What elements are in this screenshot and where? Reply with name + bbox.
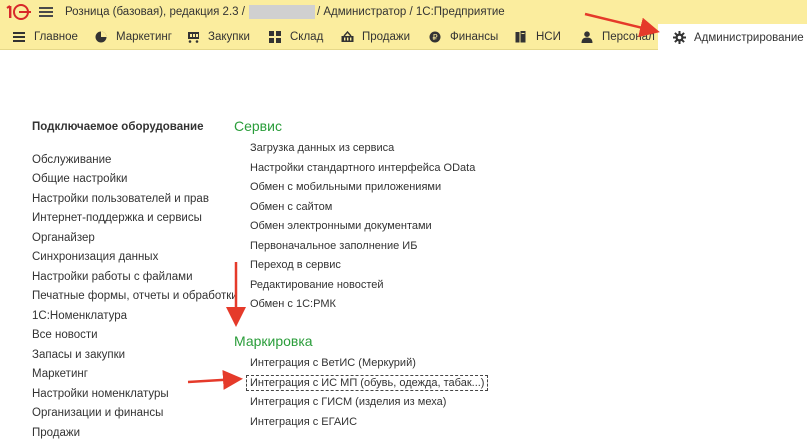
left-item-sales[interactable]: Продажи [32, 427, 80, 439]
section-label: Персонал [602, 31, 655, 43]
section-finansy[interactable]: ₽ Финансы [428, 24, 498, 50]
section-label: Маркетинг [116, 31, 172, 43]
section-label: Склад [290, 31, 324, 43]
service-item-go-service[interactable]: Переход в сервис [250, 259, 341, 271]
service-item-edit-news[interactable]: Редактирование новостей [250, 279, 384, 291]
left-item-nomenclature-settings[interactable]: Настройки номенклатуры [32, 388, 169, 400]
marking-item-egais[interactable]: Интеграция с ЕГАИС [250, 416, 357, 428]
app-title: Розница (базовая), редакция 2.3 / [65, 6, 245, 18]
left-item-1c-nomenclature[interactable]: 1С:Номенклатура [32, 310, 127, 322]
marking-item-vetis[interactable]: Интеграция с ВетИС (Меркурий) [250, 357, 416, 369]
left-item-data-sync[interactable]: Синхронизация данных [32, 251, 158, 263]
warehouse-grid-icon [268, 30, 282, 44]
section-sklad[interactable]: Склад [268, 24, 323, 50]
window-title: Розница (базовая), редакция 2.3 / / Адми… [65, 5, 505, 19]
service-item-site-exchange[interactable]: Обмен с сайтом [250, 201, 332, 213]
left-item-organizer[interactable]: Органайзер [32, 232, 95, 244]
basket-icon [340, 30, 354, 44]
arrow-to-is-mp [187, 369, 243, 390]
section-glavnoe[interactable]: Главное [12, 24, 78, 50]
svg-text:₽: ₽ [432, 33, 437, 42]
main-menu-icon[interactable] [38, 5, 54, 19]
left-item-print-forms[interactable]: Печатные формы, отчеты и обработки [32, 290, 238, 302]
section-zakupki[interactable]: Закупки [186, 24, 250, 50]
user-title: / Администратор / 1С:Предприятие [316, 6, 505, 18]
left-item-obsluzhivanie[interactable]: Обслуживание [32, 154, 111, 166]
hamburger-icon [12, 30, 26, 44]
section-label: Финансы [450, 31, 499, 43]
left-item-all-news[interactable]: Все новости [32, 329, 98, 341]
redacted-block [248, 5, 315, 19]
section-prodazhi[interactable]: Продажи [340, 24, 410, 50]
left-item-file-settings[interactable]: Настройки работы с файлами [32, 271, 193, 283]
panel-title-equipment[interactable]: Подключаемое оборудование [32, 121, 204, 133]
left-item-org-finance[interactable]: Организации и финансы [32, 407, 163, 419]
section-label: Администрирование [694, 31, 804, 44]
pie-chart-icon [94, 30, 108, 44]
gear-icon [672, 31, 686, 45]
section-label: Продажи [362, 31, 411, 43]
left-item-marketing[interactable]: Маркетинг [32, 368, 88, 380]
section-label: НСИ [536, 31, 561, 43]
sections-panel: Главное Маркетинг Закупки Склад Продажи … [0, 24, 807, 51]
section-marketing[interactable]: Маркетинг [94, 24, 172, 50]
left-item-stocks-purchases[interactable]: Запасы и закупки [32, 349, 125, 361]
section-label: Главное [34, 31, 78, 43]
section-label: Закупки [208, 31, 250, 43]
1c-logo-icon[interactable] [6, 3, 32, 21]
group-title-marking: Маркировка [234, 333, 313, 349]
marking-item-is-mp[interactable]: Интеграция с ИС МП (обувь, одежда, табак… [245, 375, 489, 391]
cart-icon [186, 30, 200, 44]
service-item-rmk-exchange[interactable]: Обмен с 1С:РМК [250, 298, 336, 310]
service-item-mobile-exchange[interactable]: Обмен с мобильными приложениями [250, 181, 441, 193]
service-item-odata[interactable]: Настройки стандартного интерфейса OData [250, 162, 475, 174]
section-nsi[interactable]: НСИ [514, 24, 561, 50]
section-administrirovanie[interactable]: Администрирование [658, 24, 807, 51]
service-item-load-data[interactable]: Загрузка данных из сервиса [250, 142, 394, 154]
section-personal[interactable]: Персонал [580, 24, 655, 50]
left-item-internet-support[interactable]: Интернет-поддержка и сервисы [32, 212, 202, 224]
left-item-users-rights[interactable]: Настройки пользователей и прав [32, 193, 209, 205]
title-bar: Розница (базовая), редакция 2.3 / / Адми… [0, 0, 807, 24]
marking-item-gism[interactable]: Интеграция с ГИСМ (изделия из меха) [250, 396, 446, 408]
ruble-coin-icon: ₽ [428, 30, 442, 44]
books-icon [514, 30, 528, 44]
service-item-edi[interactable]: Обмен электронными документами [250, 220, 432, 232]
group-title-service: Сервис [234, 118, 282, 134]
left-item-general-settings[interactable]: Общие настройки [32, 173, 127, 185]
service-item-initial-fill[interactable]: Первоначальное заполнение ИБ [250, 240, 417, 252]
person-icon [580, 30, 594, 44]
